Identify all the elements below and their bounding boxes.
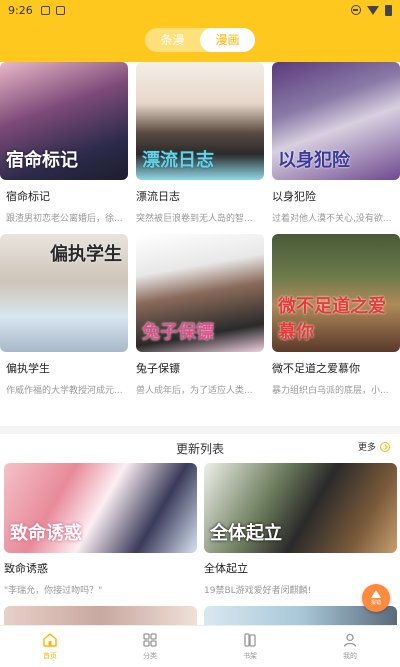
section-title: 更新列表 — [175, 442, 224, 456]
comic-cover[interactable]: 微不足道之爱慕你 — [272, 234, 400, 352]
profile-icon — [343, 633, 357, 647]
status-time: 9:26 — [8, 3, 33, 17]
comic-cover[interactable]: 宿命标记 — [0, 62, 128, 180]
category-icon — [143, 633, 157, 647]
update-card[interactable]: 全体起立 全体起立 19禁BL游戏爱好者闵麒麟! — [204, 463, 397, 596]
report-error-label: 报错 — [370, 600, 381, 606]
tab-label: 分类 — [143, 652, 157, 660]
status-bar: 9:26 — [0, 0, 400, 20]
tab-bookshelf[interactable]: 书架 — [200, 626, 300, 667]
section-divider — [0, 426, 400, 434]
cover-title: 致命诱惑 — [10, 523, 82, 544]
comic-title: 微不足道之爱慕你 — [272, 362, 360, 375]
comic-title: 致命诱惑 — [4, 562, 48, 575]
tab-category[interactable]: 分类 — [100, 626, 200, 667]
comic-desc: 突然被巨浪卷到无人岛的智... — [136, 214, 253, 224]
update-card[interactable]: 致命诱惑 致命诱惑 "李瑞允，你接过吻吗？" — [4, 463, 197, 596]
tab-label: 首页 — [43, 652, 57, 660]
comic-card[interactable]: 漂流日志 漂流日志 突然被巨浪卷到无人岛的智... — [136, 62, 264, 224]
comic-cover[interactable]: 致命诱惑 — [4, 463, 197, 553]
chevron-right-icon — [380, 441, 390, 452]
notification-icon — [55, 5, 65, 15]
comic-cover-partial[interactable] — [4, 606, 197, 626]
bottom-tab-bar: 首页 分类 书架 我的 — [0, 625, 400, 667]
content-type-switch: 条漫 漫画 — [145, 28, 255, 52]
tab-comics[interactable]: 漫画 — [200, 28, 255, 52]
warning-icon — [371, 590, 381, 598]
comic-card[interactable]: 以身犯险 以身犯险 过着对他人漠不关心,没有欲... — [272, 62, 400, 224]
comic-cover[interactable]: 以身犯险 — [272, 62, 400, 180]
cover-title: 兔子保镖 — [142, 322, 214, 343]
comic-card[interactable]: 微不足道之爱慕你 微不足道之爱慕你 暴力组织白乌派的底层，小... — [272, 234, 400, 396]
cover-title: 全体起立 — [210, 523, 282, 544]
tab-label: 书架 — [243, 652, 257, 660]
cover-title: 以身犯险 — [278, 150, 350, 171]
tab-label: 我的 — [343, 652, 357, 660]
comic-title: 漂流日志 — [136, 190, 180, 203]
comic-cover[interactable]: 漂流日志 — [136, 62, 264, 180]
cover-title: 偏执学生 — [50, 244, 122, 265]
do-not-disturb-icon — [351, 5, 361, 15]
tab-profile[interactable]: 我的 — [300, 626, 400, 667]
cover-title: 漂流日志 — [142, 150, 214, 171]
comic-desc: 兽人成年后，为了适应人类... — [136, 386, 253, 396]
comic-card[interactable]: 兔子保镖 兔子保镖 兽人成年后，为了适应人类... — [136, 234, 264, 396]
header-bar: 9:26 条漫 漫画 — [0, 0, 400, 62]
report-error-button[interactable]: 报错 — [362, 584, 390, 612]
comic-title: 以身犯险 — [272, 190, 316, 203]
comic-desc: 作威作福的大学教授河成元... — [6, 386, 123, 396]
more-link[interactable]: 更多 — [358, 440, 390, 453]
comic-desc: 暴力组织白乌派的底层，小... — [272, 386, 389, 396]
tab-strip-comics[interactable]: 条漫 — [145, 28, 200, 52]
comic-cover[interactable]: 兔子保镖 — [136, 234, 264, 352]
comic-cover[interactable]: 偏执学生 — [0, 234, 128, 352]
more-label: 更多 — [357, 443, 376, 453]
cover-title: 宿命标记 — [6, 150, 78, 171]
battery-icon — [385, 4, 392, 16]
comic-title: 偏执学生 — [6, 362, 50, 375]
comic-title: 宿命标记 — [6, 190, 50, 203]
cover-title: 微不足道之爱慕你 — [278, 296, 386, 343]
comic-desc: "李瑞允，你接过吻吗？" — [4, 586, 103, 596]
comic-title: 全体起立 — [204, 562, 248, 575]
tab-home[interactable]: 首页 — [0, 626, 100, 667]
comic-desc: 跟渣男初恋老公离婚后，徐... — [6, 214, 123, 224]
comic-title: 兔子保镖 — [136, 362, 180, 375]
bookshelf-icon — [244, 633, 256, 647]
notification-icon — [40, 5, 50, 15]
comic-card[interactable]: 宿命标记 宿命标记 跟渣男初恋老公离婚后，徐... — [0, 62, 128, 224]
comic-cover[interactable]: 全体起立 — [204, 463, 397, 553]
wifi-icon — [367, 5, 379, 15]
comic-card[interactable]: 偏执学生 偏执学生 作威作福的大学教授河成元... — [0, 234, 128, 396]
home-icon — [43, 633, 57, 647]
comic-desc: 过着对他人漠不关心,没有欲... — [272, 214, 392, 224]
